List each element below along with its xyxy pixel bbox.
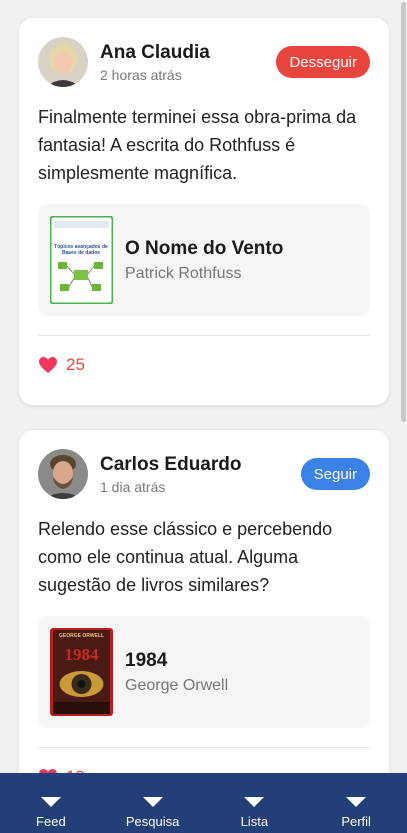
book-card[interactable]: Tópicos avançados de Bases de dados O No… [38,204,370,316]
book-title: 1984 [125,650,168,671]
nav-item-pesquisa[interactable]: Pesquisa [102,773,204,833]
divider [38,747,370,748]
book-card[interactable]: GEORGE ORWELL 1984 1984 George Orwell [38,616,370,728]
divider [38,335,370,336]
unfollow-button[interactable]: Desseguir [276,46,370,78]
post-time: 2 horas atrás [100,66,182,83]
like-count: 25 [66,355,85,374]
nav-item-perfil[interactable]: Perfil [305,773,407,833]
like-row[interactable]: 25 [38,353,370,377]
nav-label: Lista [240,814,269,829]
post-text: Relendo esse clássico e percebendo como … [38,519,333,595]
nav-item-feed[interactable]: Feed [0,773,102,833]
author-name[interactable]: Ana Claudia [100,41,276,65]
book-title: O Nome do Vento [125,238,284,259]
heart-icon[interactable] [38,356,58,374]
author-name[interactable]: Carlos Eduardo [100,453,301,477]
avatar[interactable] [38,37,88,87]
post-header: Ana Claudia 2 horas atrás Desseguir [38,37,370,87]
post-text: Finalmente terminei essa obra-prima da f… [38,107,357,183]
triangle-down-icon [40,797,61,807]
triangle-down-icon [346,797,367,807]
triangle-down-icon [142,797,163,807]
book-cover: Tópicos avançados de Bases de dados [50,216,113,304]
nav-label: Perfil [341,814,371,829]
bottom-nav: Feed Pesquisa Lista Perfil [0,773,407,833]
nav-label: Pesquisa [125,814,180,829]
triangle-down-icon [244,797,265,807]
nav-label: Feed [36,814,66,829]
post-card: Ana Claudia 2 horas atrás Desseguir Fina… [19,18,389,405]
scrollbar[interactable] [400,0,407,833]
cover-title: 1984 [65,645,100,664]
book-cover: GEORGE ORWELL 1984 [50,628,113,716]
book-author: George Orwell [125,677,229,694]
post-time: 1 dia atrás [100,478,166,495]
post-header: Carlos Eduardo 1 dia atrás Seguir [38,449,370,499]
nav-item-lista[interactable]: Lista [204,773,306,833]
post-card: Carlos Eduardo 1 dia atrás Seguir Relend… [19,430,389,830]
follow-button[interactable]: Seguir [300,458,370,490]
feed: Ana Claudia 2 horas atrás Desseguir Fina… [0,0,400,833]
scrollbar-thumb[interactable] [401,2,406,422]
book-author: Patrick Rothfuss [125,265,242,282]
avatar[interactable] [38,449,88,499]
cover-author: GEORGE ORWELL [59,633,104,639]
svg-text:Bases de dados: Bases de dados [62,250,100,256]
